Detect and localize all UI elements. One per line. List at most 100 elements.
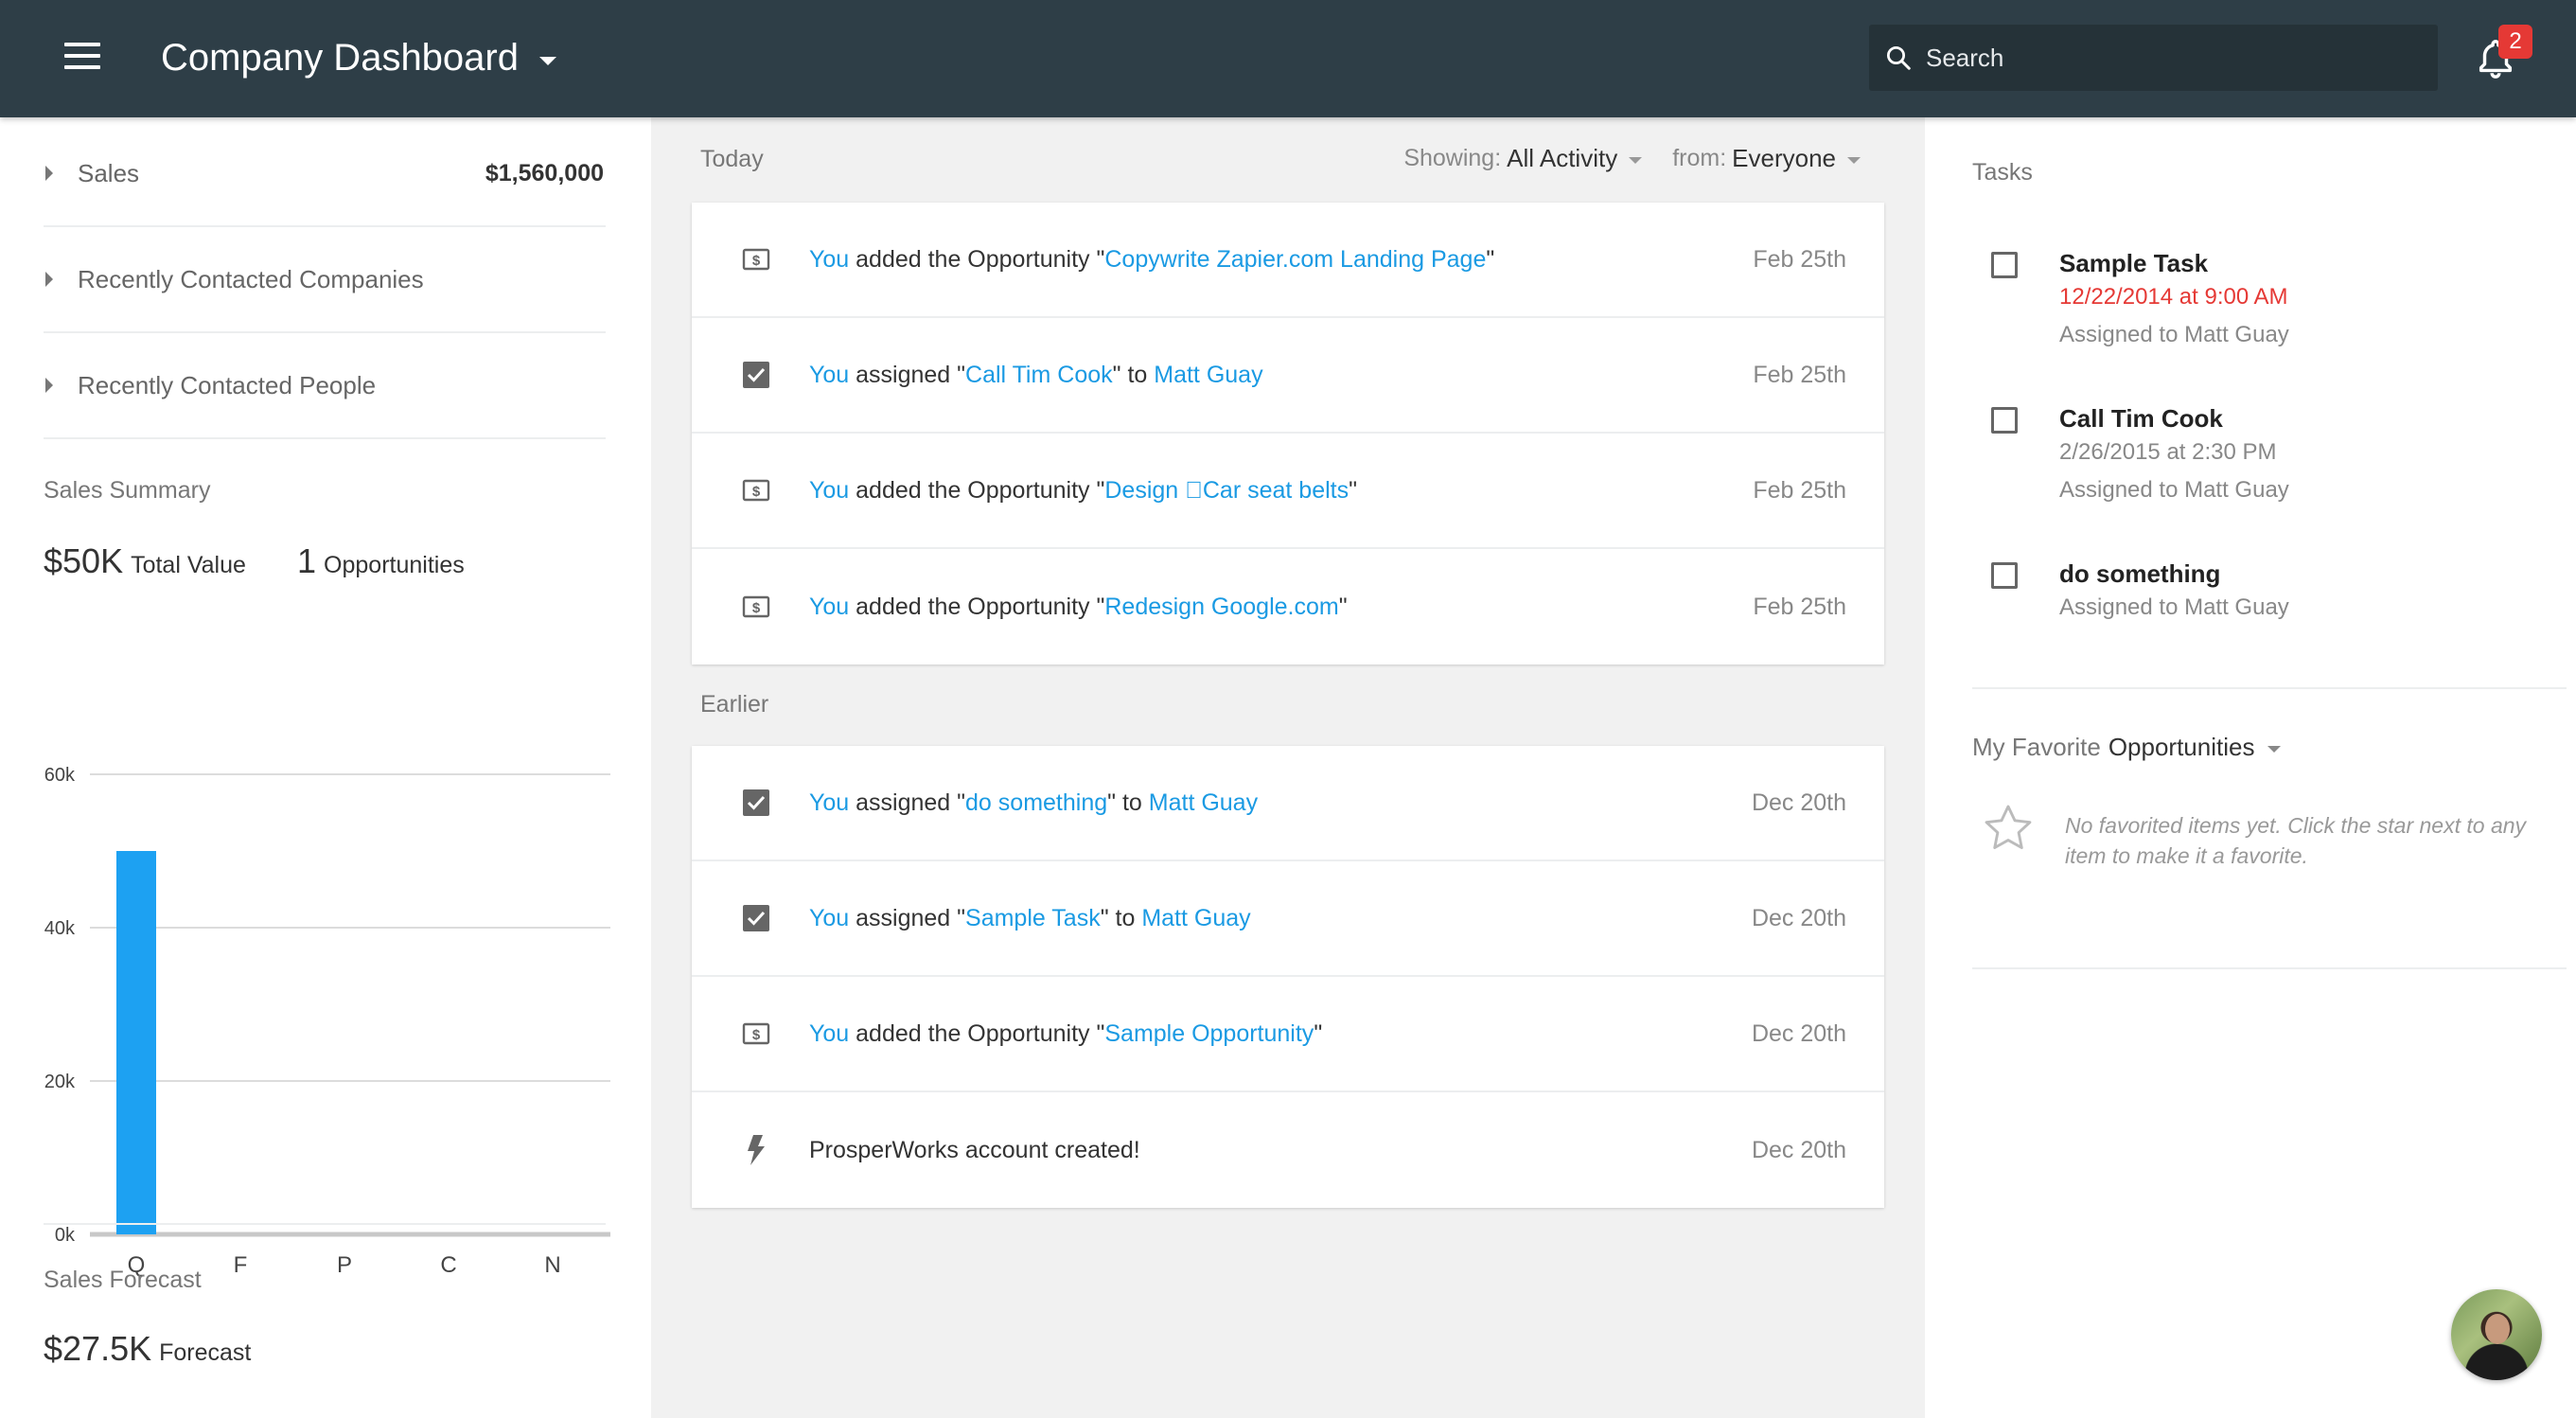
sales-forecast-label: Sales Forecast xyxy=(44,1267,202,1293)
activity-row: $ You added the Opportunity "Sample Oppor… xyxy=(692,977,1884,1092)
menu-icon[interactable] xyxy=(64,43,100,69)
activity-text-part: ProsperWorks account created! xyxy=(809,1136,1140,1163)
search-box[interactable] xyxy=(1869,25,2438,91)
left-panel: Sales $1,560,000 Recently Contacted Comp… xyxy=(0,117,651,1418)
task-checkbox[interactable] xyxy=(1991,562,2018,589)
sales-total-value: $1,560,000 xyxy=(485,159,604,186)
activity-link[interactable]: Matt Guay xyxy=(1149,789,1258,816)
activity-text: You assigned "Call Tim Cook" to Matt Gua… xyxy=(809,362,1753,389)
right-panel: Tasks Sample Task 12/22/2014 at 9:00 AM As… xyxy=(1925,117,2576,1418)
sales-summary-chart: 0k20k40k60kQ F P C N xyxy=(44,765,610,1278)
dashboard-switcher[interactable]: Company Dashboard xyxy=(161,32,556,83)
dollar-icon: $ xyxy=(742,593,770,621)
today-label: Today xyxy=(700,146,764,172)
activity-link[interactable]: Copywrite Zapier.com Landing Page xyxy=(1104,246,1486,273)
activity-link[interactable]: You xyxy=(809,477,849,504)
activity-link[interactable]: Sample Task xyxy=(965,905,1101,931)
task-title[interactable]: Call Tim Cook xyxy=(2059,403,2289,434)
svg-text:$: $ xyxy=(752,253,761,269)
activity-text-part: added the Opportunity " xyxy=(849,245,1105,273)
favorites-value: Opportunities xyxy=(2108,733,2255,761)
task-detail: Assigned to Matt Guay xyxy=(2059,594,2289,620)
activity-link[interactable]: Redesign Google.com xyxy=(1104,594,1338,620)
from-filter-dropdown[interactable]: from: Everyone xyxy=(1672,144,1861,173)
activity-link[interactable]: do something xyxy=(965,789,1107,816)
chevron-down-icon xyxy=(1847,157,1861,164)
activity-text-part: added the Opportunity " xyxy=(849,1019,1105,1047)
sales-summary-label: Sales Summary xyxy=(44,477,211,504)
activity-text: You added the Opportunity "Copywrite Zap… xyxy=(809,246,1753,274)
user-avatar[interactable] xyxy=(2451,1289,2542,1380)
activity-text: You assigned "do something" to Matt Guay xyxy=(809,789,1752,817)
activity-link[interactable]: Call Tim Cook xyxy=(965,362,1113,388)
activity-text-part: " xyxy=(1486,245,1495,273)
search-input[interactable] xyxy=(1926,43,2399,73)
svg-text:$: $ xyxy=(752,484,761,500)
task-checkbox[interactable] xyxy=(1991,252,2018,278)
forecast-stat: $27.5K Forecast xyxy=(44,1329,251,1369)
chevron-down-icon xyxy=(2267,746,2282,753)
accordion-recently-contacted-people[interactable]: Recently Contacted People xyxy=(44,333,606,439)
accordion-label: Recently Contacted Companies xyxy=(78,264,424,293)
task-checkbox[interactable] xyxy=(1991,407,2018,434)
page-title: Company Dashboard xyxy=(161,36,519,79)
checkbox-icon xyxy=(742,361,770,389)
activity-link[interactable]: You xyxy=(809,246,849,273)
activity-text-part: " to xyxy=(1107,789,1149,816)
chart-y-tick-label: 40k xyxy=(44,918,76,939)
dollar-icon: $ xyxy=(742,245,770,274)
bolt-icon xyxy=(742,1135,770,1165)
activity-text: ProsperWorks account created! xyxy=(809,1137,1752,1164)
chart-x-tick-label: F xyxy=(234,1252,248,1278)
caret-right-icon xyxy=(45,378,53,393)
activity-row: ProsperWorks account created! Dec 20th xyxy=(692,1092,1884,1208)
dollar-icon: $ xyxy=(742,476,770,505)
task-title[interactable]: Sample Task xyxy=(2059,248,2289,278)
favorites-empty-message: No favorited items yet. Click the star n… xyxy=(2065,813,2527,868)
activity-link[interactable]: You xyxy=(809,594,849,620)
activity-date: Feb 25th xyxy=(1753,593,1846,620)
activity-link[interactable]: Matt Guay xyxy=(1141,905,1250,931)
task-title[interactable]: do something xyxy=(2059,558,2289,589)
accordion-label: Recently Contacted People xyxy=(78,370,377,399)
activity-text-part: assigned " xyxy=(849,789,966,816)
activity-link[interactable]: Matt Guay xyxy=(1154,362,1262,388)
activity-text-part: assigned " xyxy=(849,904,966,931)
showing-filter-dropdown[interactable]: Showing: All Activity xyxy=(1403,144,1643,173)
activity-link[interactable]: You xyxy=(809,1020,849,1047)
activity-date: Feb 25th xyxy=(1753,476,1846,504)
favorites-key: My Favorite xyxy=(1972,733,2101,761)
earlier-label: Earlier xyxy=(700,691,769,718)
earlier-activity-card: You assigned "do something" to Matt Guay… xyxy=(692,746,1884,1208)
task-body: Call Tim Cook 2/26/2015 at 2:30 PM Assigne… xyxy=(2059,403,2289,509)
activity-text: You added the Opportunity "Redesign Goog… xyxy=(809,594,1753,621)
star-icon[interactable] xyxy=(1980,801,2037,856)
task-due-date-overdue: 12/22/2014 at 9:00 AM xyxy=(2059,284,2288,310)
accordion-label: Sales xyxy=(78,158,140,187)
search-icon xyxy=(1887,46,1911,70)
activity-row: $ You added the Opportunity "Redesign Goo… xyxy=(692,549,1884,665)
activity-text-part: added the Opportunity " xyxy=(849,476,1105,504)
activity-feed-panel: Today Showing: All Activity from: Everyo… xyxy=(651,117,1925,1418)
activity-link[interactable]: You xyxy=(809,362,849,388)
total-value-stat: $50K Total Value xyxy=(44,541,246,581)
chart-x-tick-label: N xyxy=(544,1252,560,1278)
task-detail: Assigned to Matt Guay xyxy=(2059,477,2289,503)
favorites-dropdown[interactable]: My Favorite Opportunities xyxy=(1972,733,2282,762)
accordion-sales[interactable]: Sales $1,560,000 xyxy=(44,121,606,227)
top-bar: Company Dashboard 2 xyxy=(0,0,2576,117)
tasks-label: Tasks xyxy=(1972,159,2033,186)
activity-link[interactable]: Design Car seat belts xyxy=(1104,477,1349,504)
activity-link[interactable]: You xyxy=(809,905,849,931)
accordion-recently-contacted-companies[interactable]: Recently Contacted Companies xyxy=(44,227,606,333)
activity-link[interactable]: You xyxy=(809,789,849,816)
divider xyxy=(1972,687,2567,689)
checkbox-icon xyxy=(742,789,770,817)
total-value-number: $50K xyxy=(44,541,124,580)
activity-row: $ You added the Opportunity "Copywrite Za… xyxy=(692,203,1884,318)
activity-date: Dec 20th xyxy=(1751,904,1846,931)
caret-right-icon xyxy=(45,272,53,287)
activity-link[interactable]: Sample Opportunity xyxy=(1104,1020,1314,1047)
task-detail: Assigned to Matt Guay xyxy=(2059,322,2289,347)
divider xyxy=(1972,967,2567,969)
